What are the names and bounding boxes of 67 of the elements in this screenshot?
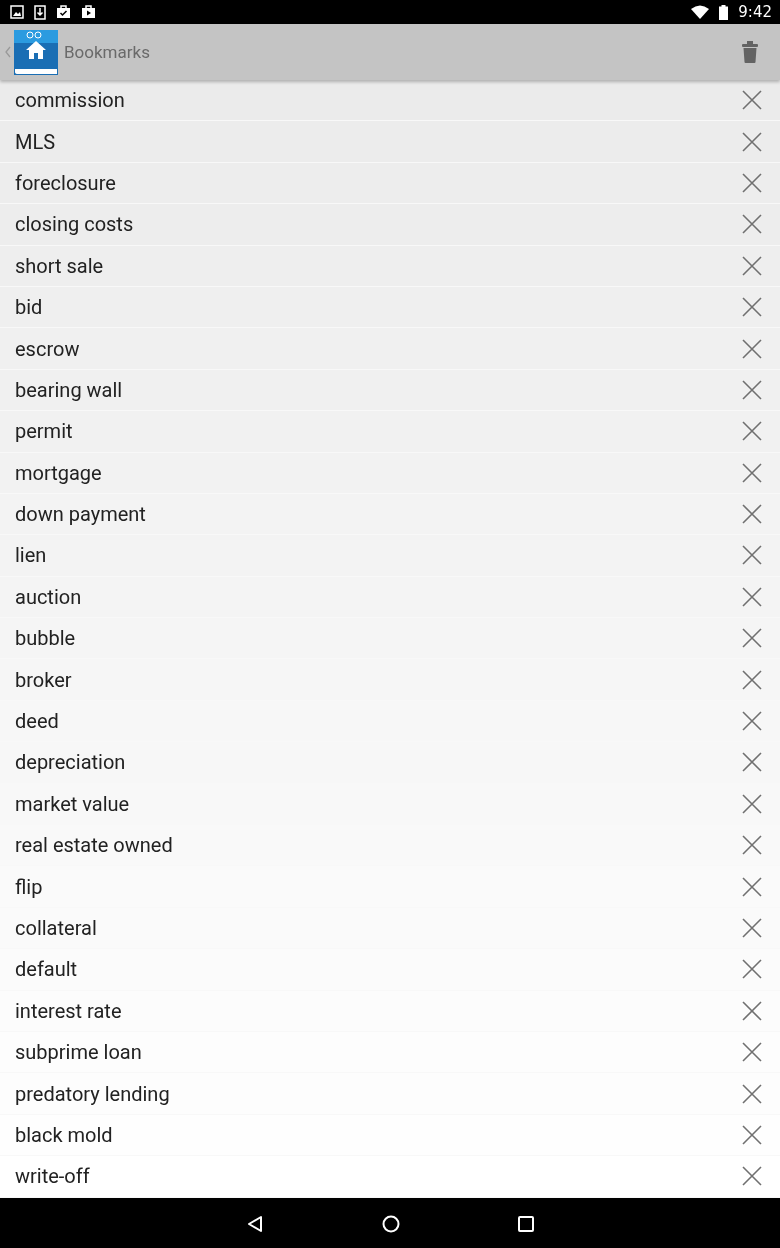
- bookmark-row[interactable]: closing costs: [0, 204, 780, 246]
- bookmark-term: broker: [15, 667, 73, 692]
- bookmark-term: predatory lending: [15, 1081, 171, 1106]
- bookmark-term: real estate owned: [15, 833, 174, 858]
- bookmark-row[interactable]: default: [0, 949, 780, 991]
- bookmark-row[interactable]: deed: [0, 700, 780, 743]
- house-book-icon: [14, 29, 58, 75]
- bookmark-row[interactable]: black mold: [0, 1114, 780, 1157]
- briefcase-play-icon: [81, 5, 96, 19]
- bookmark-row[interactable]: escrow: [0, 328, 780, 370]
- bookmark-term: bid: [15, 295, 44, 320]
- bookmark-term: down payment: [15, 502, 147, 527]
- bookmark-term: black mold: [15, 1122, 114, 1147]
- recents-button[interactable]: [518, 1216, 534, 1232]
- bookmark-term: MLS: [15, 129, 57, 154]
- bookmark-row[interactable]: MLS: [0, 121, 780, 163]
- bookmark-term: depreciation: [15, 750, 127, 775]
- bookmark-row[interactable]: collateral: [0, 907, 780, 950]
- bookmark-term: flip: [15, 874, 44, 899]
- bookmark-row[interactable]: interest rate: [0, 990, 780, 1032]
- trash-icon: [742, 41, 758, 63]
- bookmark-row[interactable]: bid: [0, 286, 780, 329]
- bookmark-row[interactable]: real estate owned: [0, 825, 780, 867]
- bookmark-row[interactable]: mortgage: [0, 452, 780, 494]
- bookmark-term: closing costs: [15, 212, 135, 237]
- bookmark-row[interactable]: write-off: [0, 1156, 780, 1198]
- bookmark-term: foreclosure: [15, 170, 117, 195]
- bookmark-term: permit: [15, 419, 74, 444]
- bookmark-term: bubble: [15, 626, 77, 651]
- bookmark-term: default: [15, 957, 79, 982]
- image-icon: [10, 5, 24, 19]
- bookmark-term: write-off: [15, 1164, 91, 1189]
- bookmark-row[interactable]: bubble: [0, 618, 780, 660]
- bookmark-term: bearing wall: [15, 377, 124, 402]
- bookmark-term: short sale: [15, 253, 105, 278]
- bookmark-term: commission: [15, 88, 126, 113]
- bookmark-term: lien: [15, 543, 48, 568]
- clock-time: 9:42: [738, 3, 772, 21]
- bookmark-term: mortgage: [15, 460, 103, 485]
- bookmark-row[interactable]: foreclosure: [0, 162, 780, 205]
- bookmark-row[interactable]: flip: [0, 866, 780, 908]
- bookmark-term: interest rate: [15, 998, 123, 1023]
- bookmark-row[interactable]: commission: [0, 80, 780, 122]
- wifi-icon: [691, 5, 710, 19]
- bookmark-term: escrow: [15, 336, 81, 361]
- bookmark-term: subprime loan: [15, 1040, 143, 1065]
- home-button[interactable]: [382, 1215, 400, 1233]
- back-button[interactable]: [246, 1215, 264, 1233]
- bookmark-row[interactable]: broker: [0, 659, 780, 701]
- bookmark-row[interactable]: predatory lending: [0, 1073, 780, 1115]
- bookmark-row[interactable]: depreciation: [0, 742, 780, 784]
- bookmark-row[interactable]: auction: [0, 576, 780, 619]
- bookmark-row[interactable]: lien: [0, 535, 780, 577]
- bookmark-row[interactable]: permit: [0, 411, 780, 453]
- bookmark-term: auction: [15, 584, 83, 609]
- download-icon: [34, 4, 46, 20]
- bookmark-term: market value: [15, 791, 131, 816]
- battery-icon: [719, 4, 729, 20]
- bookmark-term: collateral: [15, 916, 98, 940]
- bookmark-row[interactable]: short sale: [0, 245, 780, 287]
- bookmark-row[interactable]: bearing wall: [0, 369, 780, 412]
- screen-title: Bookmarks: [64, 42, 150, 62]
- bookmark-row[interactable]: down payment: [0, 493, 780, 536]
- bookmark-row[interactable]: market value: [0, 783, 780, 826]
- bookmark-row[interactable]: subprime loan: [0, 1032, 780, 1074]
- bookmark-term: deed: [15, 709, 60, 734]
- briefcase-check-icon: [56, 5, 71, 19]
